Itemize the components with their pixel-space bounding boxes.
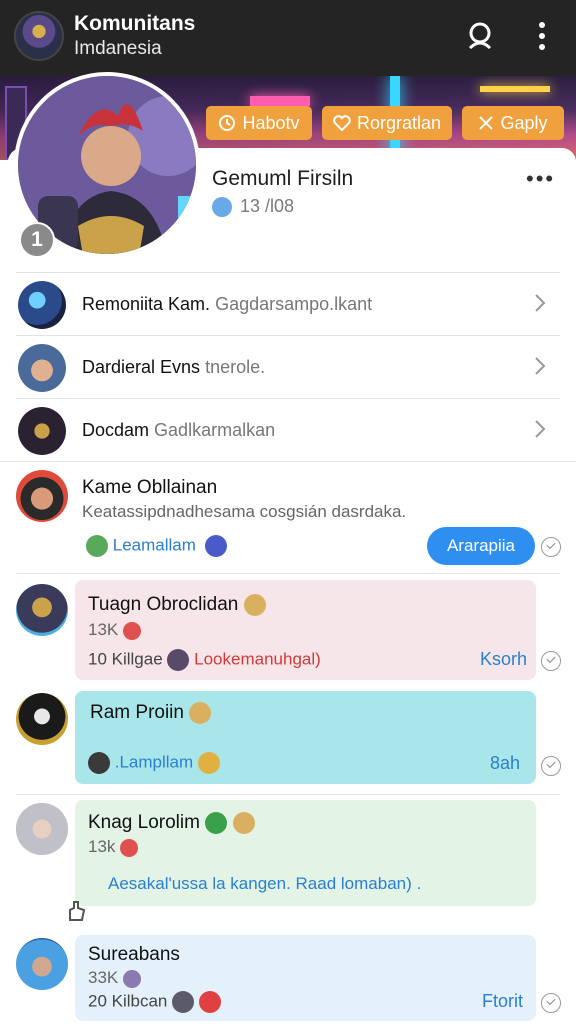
- community-title: Komunitans: [74, 12, 196, 35]
- message-author: Ram Proiin: [90, 702, 212, 724]
- gift-emoji-icon: [232, 812, 255, 834]
- message-link[interactable]: Lookemanuhgal): [194, 649, 321, 668]
- chevron-right-icon: [535, 420, 546, 438]
- accept-button[interactable]: Ararapiia: [427, 527, 535, 565]
- rorgratlan-label: Rorgratlan: [356, 112, 442, 133]
- read-check-icon: [541, 993, 561, 1013]
- member-icon: [212, 196, 232, 217]
- message-count-line: 33K: [88, 968, 141, 988]
- smile-emoji-icon: [197, 752, 220, 774]
- character-emoji-icon: [204, 535, 227, 557]
- read-check-icon: [541, 537, 561, 557]
- profile-meta: 13 /l08: [212, 196, 294, 217]
- profile-name: Gemuml Firsiln: [212, 167, 354, 190]
- top-bar: Komunitans Imdanesia: [0, 0, 576, 76]
- message-author-name: Knag Lorolim: [88, 812, 200, 834]
- close-icon: [479, 116, 494, 130]
- gaply-button[interactable]: Gaply: [462, 106, 564, 140]
- menu-row[interactable]: Docdam Gadlkarmalkan: [0, 399, 576, 461]
- message-author: Tuagn Obroclidan: [88, 594, 266, 616]
- message-link-line: 10 Killgae Lookemanuhgal): [88, 649, 321, 671]
- heart-icon: [333, 115, 351, 132]
- message-line: 20 Kilbcan: [88, 991, 168, 1011]
- hand-pointer-icon: [69, 901, 86, 921]
- message-author-name: Tuagn Obroclidan: [88, 594, 239, 616]
- message-link-line: .Lampllam: [88, 752, 220, 774]
- row-avatar: [18, 281, 66, 329]
- badge-emoji-icon: [122, 969, 141, 988]
- message-time: Ksorh: [480, 649, 528, 669]
- menu-row[interactable]: Dardieral Evns tnerole.: [0, 336, 576, 398]
- message-time: 8ah: [490, 753, 521, 773]
- message-avatar[interactable]: [16, 470, 68, 522]
- more-vertical-icon[interactable]: [522, 16, 562, 56]
- message-text: Keatassipdnadhesama cosgsián dasrdaka.: [82, 502, 407, 521]
- read-check-icon: [541, 651, 561, 671]
- row-title: Remoniita Kam.: [82, 294, 211, 314]
- row-detail: Gadlkarmalkan: [154, 420, 276, 440]
- message-time: Ftorit: [482, 991, 524, 1011]
- message-count: 13K: [88, 620, 119, 639]
- avatar-emoji-icon: [86, 535, 108, 557]
- message-avatar[interactable]: [16, 584, 68, 636]
- menu-row[interactable]: Remoniita Kam. Gagdarsampo.lkant: [0, 273, 576, 335]
- badge-emoji-icon: [243, 594, 266, 616]
- fire-emoji-icon: [122, 621, 141, 640]
- clock-icon: [219, 115, 236, 131]
- message-link-line: Leamallam: [86, 535, 227, 557]
- message-count-line: 13k: [88, 837, 139, 857]
- chevron-right-icon: [535, 357, 546, 375]
- message-avatar[interactable]: [16, 693, 68, 745]
- community-avatar[interactable]: [14, 11, 64, 61]
- message-author: Kame Obllainan: [82, 477, 218, 498]
- message-link[interactable]: Leamallam: [113, 535, 196, 554]
- item-emoji-icon: [172, 991, 195, 1013]
- message-author-name: Ram Proiin: [90, 702, 184, 724]
- message-text: Aesakal'ussa la kangen. Raad lomaban) .: [108, 874, 422, 893]
- avatar-emoji-icon: [88, 752, 110, 774]
- divider: [0, 461, 576, 462]
- badge-emoji-icon: [205, 812, 228, 834]
- message-line-row: 20 Kilbcan: [88, 991, 221, 1013]
- habotv-button[interactable]: Habotv: [206, 106, 312, 140]
- message-count: 13k: [88, 837, 116, 856]
- message-author: Knag Lorolim: [88, 812, 255, 834]
- profile-rank-badge: 1: [19, 222, 55, 258]
- chevron-right-icon: [535, 294, 546, 312]
- message-avatar[interactable]: [16, 803, 68, 855]
- message-count-line: 13K: [88, 620, 141, 640]
- read-check-icon: [541, 756, 561, 776]
- divider: [16, 573, 560, 574]
- message-line: 10 Killgae: [88, 649, 163, 669]
- habotv-label: Habotv: [242, 112, 300, 133]
- person-search-icon[interactable]: [460, 16, 500, 56]
- community-subtitle: Imdanesia: [74, 38, 162, 59]
- gift-emoji-icon: [198, 991, 221, 1013]
- row-title: Docdam: [82, 420, 150, 440]
- row-detail: Gagdarsampo.lkant: [215, 294, 373, 314]
- row-avatar: [18, 407, 66, 455]
- message-link[interactable]: .Lampllam: [115, 752, 193, 771]
- fire-emoji-icon: [120, 838, 139, 857]
- message-author: Sureabans: [88, 944, 180, 965]
- profile-more-icon[interactable]: •••: [526, 166, 555, 192]
- row-title: Dardieral Evns: [82, 357, 201, 377]
- badge-emoji-icon: [189, 702, 212, 724]
- rorgratlan-button[interactable]: Rorgratlan: [322, 106, 452, 140]
- profile-meta-text: 13 /l08: [240, 196, 295, 216]
- row-detail: tnerole.: [205, 357, 266, 377]
- message-avatar[interactable]: [16, 938, 68, 990]
- divider: [16, 794, 560, 795]
- gaply-label: Gaply: [500, 112, 548, 133]
- message-count: 33K: [88, 968, 119, 987]
- avatar-emoji-icon: [167, 649, 190, 671]
- row-avatar: [18, 344, 66, 392]
